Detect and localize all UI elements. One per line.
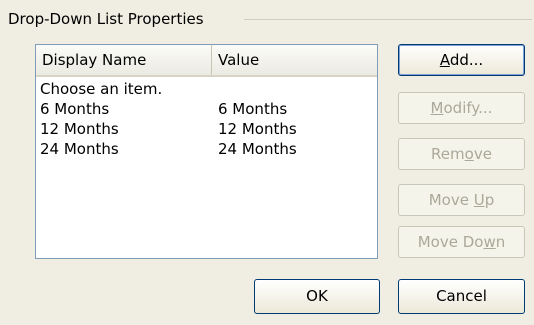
list-row[interactable]: 24 Months 24 Months: [36, 139, 377, 159]
move-down-button-label-pre: Move Do: [417, 233, 484, 251]
group-title: Drop-Down List Properties: [8, 10, 204, 28]
move-down-button[interactable]: Move Down: [398, 226, 525, 258]
move-down-button-label-post: n: [495, 233, 506, 251]
move-up-button-label-post: p: [484, 191, 495, 209]
cell-display-name: 12 Months: [40, 120, 119, 138]
add-button-label-post: dd...: [449, 51, 484, 69]
cell-display-name: 24 Months: [40, 140, 119, 158]
group-divider: [244, 19, 532, 20]
column-header-value[interactable]: Value: [212, 45, 377, 75]
cell-display-name: Choose an item.: [40, 80, 163, 98]
add-button-mnemonic: A: [439, 51, 450, 69]
list-row[interactable]: 12 Months 12 Months: [36, 119, 377, 139]
move-up-button-mnemonic: U: [473, 191, 485, 209]
cell-value: 12 Months: [218, 120, 297, 138]
modify-button[interactable]: Modify...: [398, 92, 525, 124]
cancel-button[interactable]: Cancel: [398, 279, 525, 314]
add-button[interactable]: Add...: [398, 44, 525, 76]
cell-value: 6 Months: [218, 100, 288, 118]
list-row[interactable]: 6 Months 6 Months: [36, 99, 377, 119]
move-up-button[interactable]: Move Up: [398, 184, 525, 216]
column-header-display-name[interactable]: Display Name: [36, 45, 212, 75]
dialog-panel: Drop-Down List Properties Display Name V…: [0, 0, 534, 325]
list-view[interactable]: Display Name Value Choose an item. 6 Mon…: [35, 44, 378, 259]
cell-display-name: 6 Months: [40, 100, 110, 118]
list-row[interactable]: Choose an item.: [36, 79, 377, 99]
remove-button-mnemonic: o: [464, 145, 474, 163]
modify-button-mnemonic: M: [430, 99, 444, 117]
list-rows: Choose an item. 6 Months 6 Months 12 Mon…: [36, 79, 377, 159]
list-header: Display Name Value: [36, 45, 377, 77]
modify-button-label-post: odify...: [443, 99, 493, 117]
remove-button-label-pre: Rem: [431, 145, 465, 163]
remove-button-label-post: ve: [473, 145, 492, 163]
remove-button[interactable]: Remove: [398, 138, 525, 170]
move-up-button-label-pre: Move: [428, 191, 474, 209]
ok-button[interactable]: OK: [254, 279, 380, 314]
move-down-button-mnemonic: w: [483, 233, 496, 251]
cell-value: 24 Months: [218, 140, 297, 158]
